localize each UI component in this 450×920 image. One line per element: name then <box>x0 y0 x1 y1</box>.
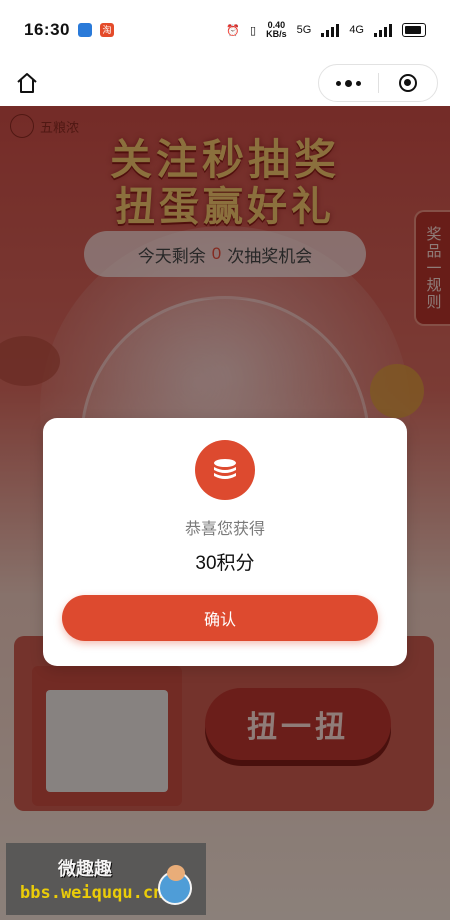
reward-amount: 30积分 <box>195 553 255 574</box>
points-badge <box>195 440 255 500</box>
watermark-title: 微趣趣 <box>58 859 112 879</box>
battery-icon <box>402 23 426 37</box>
status-bar-right: ⏰ ▯ 0.40 KB/s 5G 4G <box>226 21 426 39</box>
network-speed: 0.40 KB/s <box>266 21 287 39</box>
status-bar: 16:30 淘 ⏰ ▯ 0.40 KB/s 5G 4G <box>0 0 450 60</box>
home-icon <box>17 73 37 93</box>
signal-icon-2 <box>374 23 392 37</box>
vibrate-icon: ▯ <box>250 24 257 37</box>
more-menu-button[interactable] <box>319 65 378 101</box>
watermark-url: bbs.weiququ.cn <box>20 883 164 903</box>
close-mini-program-button[interactable] <box>379 65 438 101</box>
network-type-1: 5G <box>296 24 312 36</box>
close-target-icon <box>398 74 417 92</box>
alarm-icon: ⏰ <box>226 24 241 37</box>
home-button[interactable] <box>14 70 40 96</box>
network-speed-unit: KB/s <box>266 29 287 39</box>
network-type-2: 4G <box>349 24 364 36</box>
more-dots-icon <box>335 79 361 87</box>
signal-icon <box>321 23 340 37</box>
reward-subtitle: 恭喜您获得 <box>184 521 265 538</box>
app-notification-icon <box>77 23 92 37</box>
taobao-notification-icon: 淘 <box>99 23 114 37</box>
coins-stack-icon <box>214 459 236 479</box>
nav-bar <box>0 60 450 106</box>
reward-modal: 恭喜您获得 30积分 确认 <box>43 418 407 666</box>
status-bar-left: 16:30 淘 <box>24 20 114 40</box>
mascot-icon <box>158 865 192 905</box>
clock: 16:30 <box>24 20 70 39</box>
site-watermark: 微趣趣 bbs.weiququ.cn <box>6 843 206 915</box>
mini-program-capsule <box>318 64 438 102</box>
confirm-button[interactable]: 确认 <box>62 595 378 641</box>
